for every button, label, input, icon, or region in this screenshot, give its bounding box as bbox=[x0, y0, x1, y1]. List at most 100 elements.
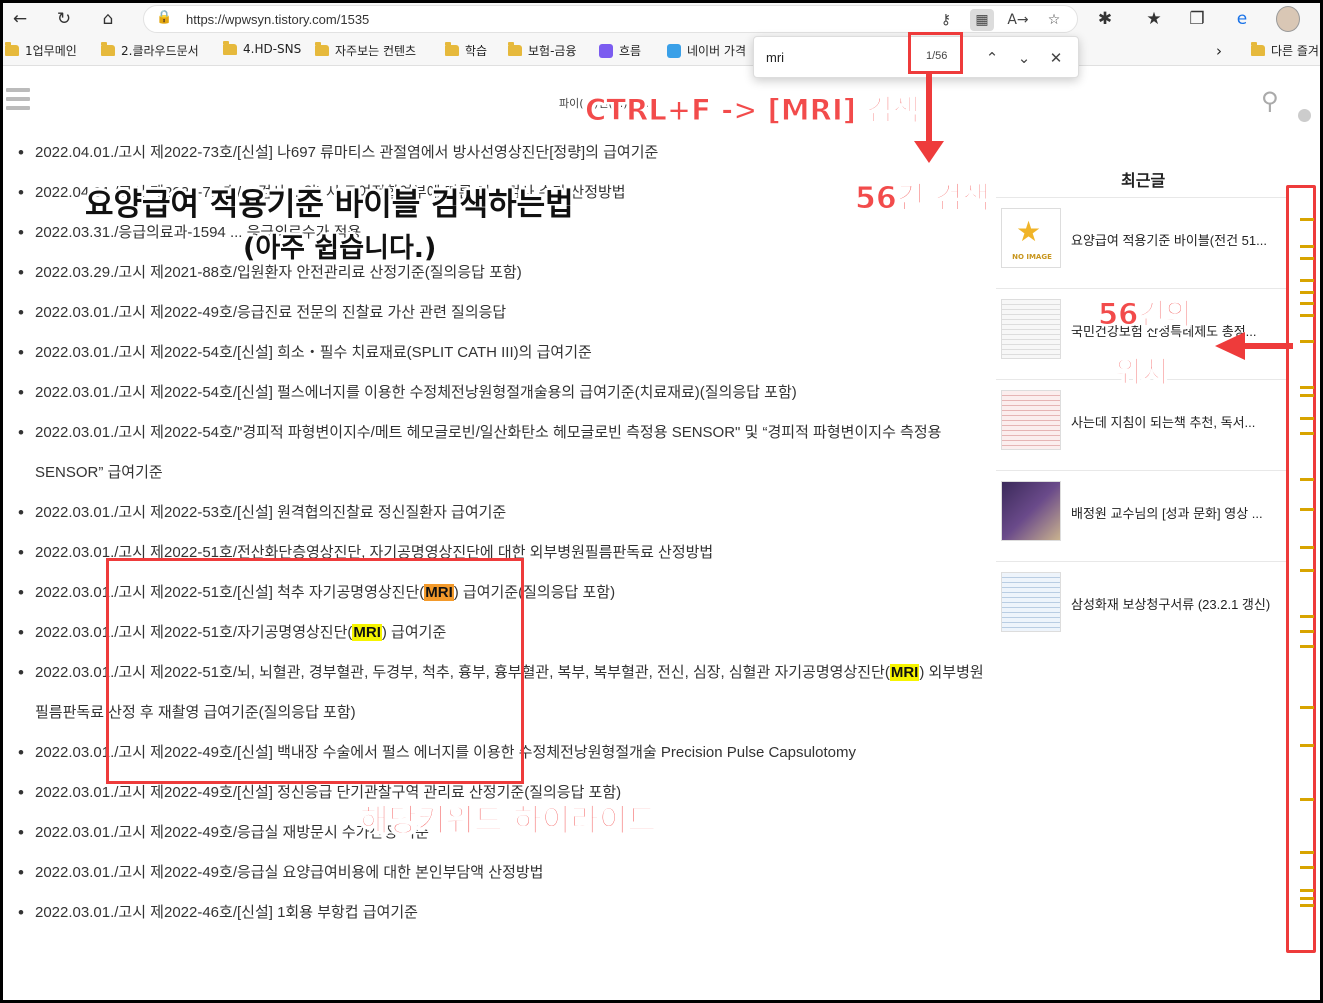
arrow-left-head-icon bbox=[1215, 332, 1245, 360]
document-thumbnail bbox=[1001, 390, 1061, 450]
no-image-thumbnail: ★ NO IMAGE bbox=[1001, 208, 1061, 268]
address-bar[interactable]: 🔒 https://wpwsyn.tistory.com/1535 ⚷ ▦ A→… bbox=[143, 5, 1078, 33]
recent-post-title[interactable]: 배정원 교수님의 [성과 문화] 영상 ... bbox=[1071, 503, 1283, 522]
notice-text: 2022.03.01./고시 제2022-54호/[신설] 희소・필수 치료재료… bbox=[35, 344, 592, 361]
match-marker-tick bbox=[1300, 569, 1314, 572]
match-marker-tick bbox=[1300, 744, 1314, 747]
bookmarks-bar: 1업무메인 2.클라우드문서 4.HD-SNS 자주보는 컨텐츠 학습 보험-금… bbox=[3, 36, 1320, 66]
back-arrow-icon[interactable]: ← bbox=[7, 7, 33, 31]
match-marker-tick bbox=[1300, 615, 1314, 618]
bookmark-folder[interactable]: 2.클라우드문서 bbox=[101, 42, 199, 59]
match-marker-tick bbox=[1300, 630, 1314, 633]
match-marker-tick bbox=[1300, 394, 1314, 397]
recent-post-item[interactable]: 배정원 교수님의 [성과 문화] 영상 ... bbox=[996, 470, 1286, 561]
bookmark-folder[interactable]: 학습 bbox=[445, 42, 487, 59]
scroll-top-indicator bbox=[1298, 109, 1311, 122]
collections-icon[interactable]: ❐ bbox=[1184, 7, 1210, 31]
notice-text: 2022.03.01./고시 제2022-54호/"경피적 파형변이지수/메트 … bbox=[35, 424, 942, 481]
recent-post-item[interactable]: 사는데 지침이 되는책 추천, 독서... bbox=[996, 379, 1286, 470]
avatar[interactable] bbox=[1276, 6, 1300, 32]
bookmark-link[interactable]: 네이버 가격 bbox=[667, 42, 746, 59]
headline-sub-annotation: (아주 쉽습니다.) bbox=[243, 233, 437, 264]
notice-text: 2022.03.01./고시 제2022-54호/[신설] 펄스에너지를 이용한… bbox=[35, 384, 797, 401]
notice-item[interactable]: 2022.03.01./고시 제2022-54호/[신설] 펄스에너지를 이용한… bbox=[17, 373, 987, 413]
positions-annotation-sub: 위치 bbox=[1114, 355, 1169, 390]
match-marker-tick bbox=[1300, 866, 1314, 869]
url-text[interactable]: https://wpwsyn.tistory.com/1535 bbox=[186, 12, 369, 27]
notice-text: 2022.03.01./고시 제2022-49호/응급진료 전문의 진찰료 가산… bbox=[35, 304, 507, 321]
notice-item[interactable]: 2022.03.01./고시 제2022-46호/[신설] 1회용 부항컵 급여… bbox=[17, 893, 987, 933]
folder-icon bbox=[223, 40, 237, 55]
recent-post-title[interactable]: 삼성화재 보상청구서류 (23.2.1 갱신) bbox=[1071, 594, 1283, 613]
notice-text: 2022.03.01./고시 제2022-53호/[신설] 원격협의진찰료 정신… bbox=[35, 504, 507, 521]
notice-item[interactable]: 2022.03.01./고시 제2022-54호/"경피적 파형변이지수/메트 … bbox=[17, 413, 987, 493]
add-favorite-icon[interactable]: ☆ bbox=[1042, 9, 1066, 31]
match-marker-tick bbox=[1300, 386, 1314, 389]
recent-post-title[interactable]: 요양급여 적용기준 바이블(전건 51... bbox=[1071, 230, 1283, 249]
recent-post-title[interactable]: 사는데 지침이 되는책 추천, 독서... bbox=[1071, 412, 1283, 431]
notice-item[interactable]: 2022.03.01./고시 제2022-49호/응급실 요양급여비용에 대한 … bbox=[17, 853, 987, 893]
notice-item[interactable]: 2022.03.29./고시 제2021-88호/입원환자 안전관리료 산정기준… bbox=[17, 253, 987, 293]
lock-icon[interactable]: 🔒 bbox=[156, 10, 172, 25]
naver-price-icon bbox=[667, 43, 681, 58]
bookmark-label: 학습 bbox=[465, 44, 488, 58]
refresh-icon[interactable]: ↻ bbox=[51, 7, 77, 31]
bookmark-link[interactable]: 흐름 bbox=[599, 42, 641, 59]
positions-annotation: 56건의 bbox=[1098, 297, 1193, 332]
recent-post-item[interactable]: 삼성화재 보상청구서류 (23.2.1 갱신) bbox=[996, 561, 1286, 652]
match-marker-tick bbox=[1300, 245, 1314, 248]
match-marker-tick bbox=[1300, 478, 1314, 481]
photo-thumbnail bbox=[1001, 481, 1061, 541]
home-icon[interactable]: ⌂ bbox=[95, 7, 121, 31]
chevron-down-icon[interactable]: ⌄ bbox=[1012, 46, 1036, 70]
no-image-label: NO IMAGE bbox=[1012, 253, 1052, 261]
notice-item[interactable]: 2022.04.01./고시 제2022-73호/[신설] 나697 류마티스 … bbox=[17, 133, 987, 173]
notice-item[interactable]: 2022.03.01./고시 제2022-54호/[신설] 희소・필수 치료재료… bbox=[17, 333, 987, 373]
arrow-down-shaft bbox=[926, 74, 932, 144]
key-icon[interactable]: ⚷ bbox=[934, 9, 958, 31]
notice-item[interactable]: 2022.03.01./고시 제2022-49호/응급진료 전문의 진찰료 가산… bbox=[17, 293, 987, 333]
sidebar-title: 최근글 bbox=[1121, 171, 1166, 190]
match-marker-tick bbox=[1300, 889, 1314, 892]
scrollbar-match-markers[interactable] bbox=[1286, 185, 1316, 953]
find-input[interactable] bbox=[766, 46, 906, 68]
match-marker-tick bbox=[1300, 508, 1314, 511]
bookmarks-more-chevron-icon[interactable]: › bbox=[1216, 42, 1222, 60]
match-marker-tick bbox=[1300, 432, 1314, 435]
app-available-icon[interactable]: ▦ bbox=[970, 9, 994, 31]
recent-post-item[interactable]: ★ NO IMAGE 요양급여 적용기준 바이블(전건 51... bbox=[996, 197, 1286, 288]
folder-icon bbox=[508, 42, 522, 56]
match-marker-tick bbox=[1300, 645, 1314, 648]
notice-item[interactable]: 2022.03.01./고시 제2022-53호/[신설] 원격협의진찰료 정신… bbox=[17, 493, 987, 533]
bookmark-label: 다른 즐겨 bbox=[1271, 44, 1319, 58]
bookmark-folder[interactable]: 다른 즐겨 bbox=[1251, 42, 1319, 59]
arrow-down-head-icon bbox=[914, 141, 944, 163]
search-icon[interactable]: ⚲ bbox=[1261, 87, 1279, 115]
match-marker-tick bbox=[1300, 314, 1314, 317]
bookmark-label: 네이버 가격 bbox=[687, 44, 747, 58]
headline-annotation: 요양급여 적용기준 바이블 검색하는법 bbox=[85, 187, 574, 223]
bookmark-folder[interactable]: 자주보는 컨텐츠 bbox=[315, 42, 416, 59]
extensions-icon[interactable]: ✱ bbox=[1092, 7, 1118, 31]
menu-icon[interactable] bbox=[6, 88, 30, 115]
bookmark-folder[interactable]: 1업무메인 bbox=[5, 42, 77, 59]
close-icon[interactable]: ✕ bbox=[1044, 46, 1068, 70]
chevron-up-icon[interactable]: ⌃ bbox=[980, 46, 1004, 70]
read-aloud-icon[interactable]: A→ bbox=[1006, 9, 1030, 31]
favorites-icon[interactable]: ★ bbox=[1141, 7, 1167, 31]
bookmark-label: 1업무메인 bbox=[25, 44, 77, 58]
edge-icon[interactable]: e bbox=[1229, 7, 1255, 31]
match-marker-tick bbox=[1300, 279, 1314, 282]
notice-text: 2022.03.01./고시 제2022-49호/응급실 요양급여비용에 대한 … bbox=[35, 864, 544, 881]
bookmark-folder[interactable]: 4.HD-SNS bbox=[223, 40, 301, 56]
folder-icon bbox=[101, 42, 115, 56]
match-marker-tick bbox=[1300, 904, 1314, 907]
bookmark-folder[interactable]: 보험-금융 bbox=[508, 42, 577, 59]
star-icon: ★ bbox=[1016, 215, 1042, 248]
folder-icon bbox=[315, 42, 329, 56]
highlight-annotation: 해당키워드 하이라이트 bbox=[360, 803, 657, 840]
bookmark-label: 흐름 bbox=[619, 44, 642, 58]
match-marker-tick bbox=[1300, 706, 1314, 709]
highlight-region-box bbox=[106, 558, 524, 784]
folder-icon bbox=[1251, 42, 1265, 56]
